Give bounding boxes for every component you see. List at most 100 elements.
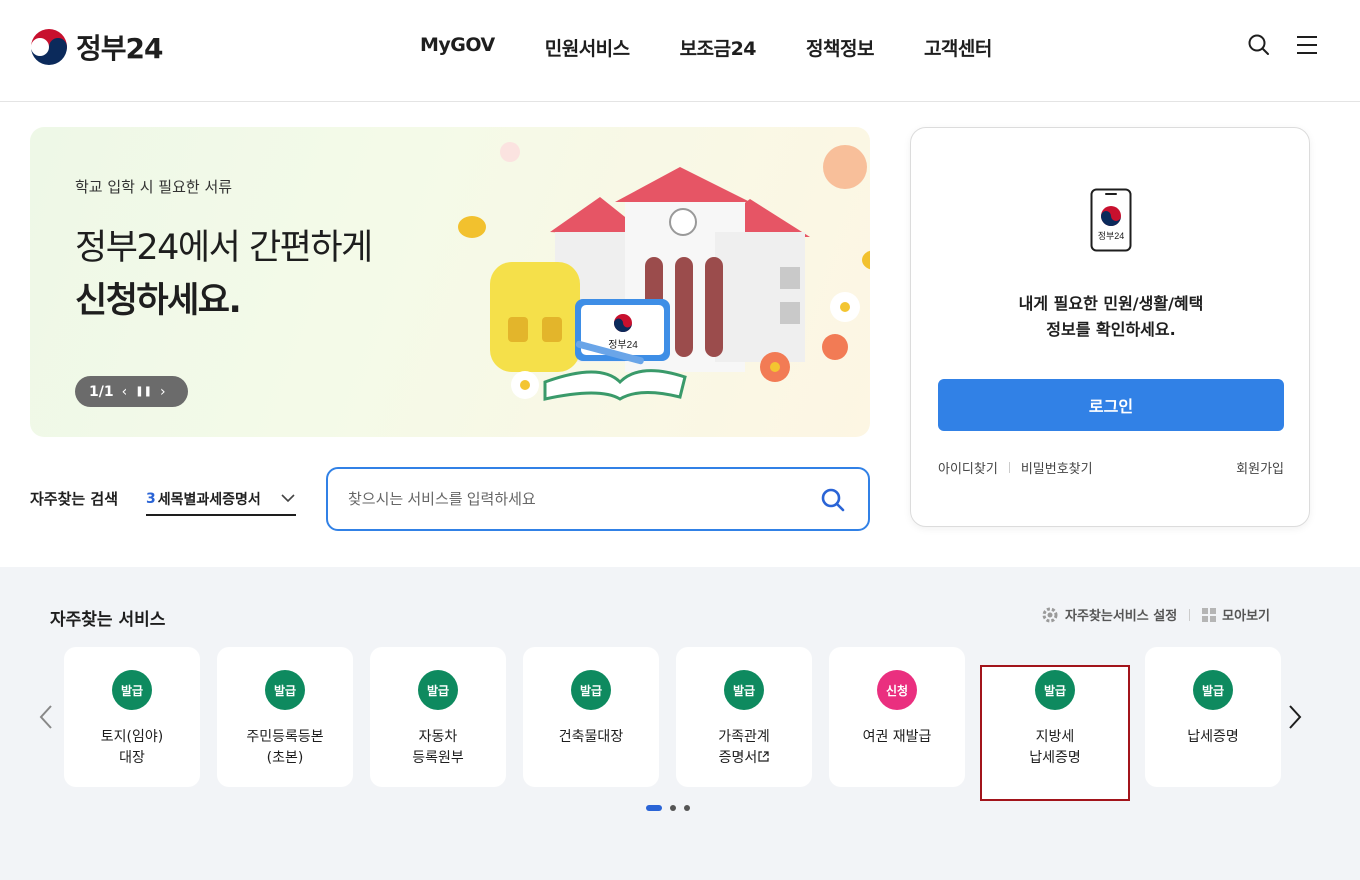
banner-next-icon[interactable]: › <box>160 384 166 400</box>
service-label: 건축물대장 <box>523 727 659 748</box>
search-input[interactable] <box>348 485 788 513</box>
services-settings-label: 자주찾는서비스 설정 <box>1064 609 1178 624</box>
login-phone-label: 정부24 <box>1098 231 1125 241</box>
page: 정부24 MyGOV 민원서비스 보조금24 정책정보 고객센터 학교 입학 시… <box>0 0 1360 880</box>
find-id-link[interactable]: 아이디찾기 <box>938 458 998 477</box>
service-card-local-tax-certificate[interactable]: 발급 지방세 납세증명 <box>980 665 1130 801</box>
banner-controls: 1/1 ‹ ❚❚ › <box>75 376 188 407</box>
frequent-services: 자주찾는 서비스 자주찾는서비스 설정 모아보기 발급 토지(임야) 대장 발급… <box>0 567 1360 880</box>
service-label: 지방세 납세증명 <box>982 727 1128 769</box>
join-link[interactable]: 회원가입 <box>1236 458 1284 477</box>
service-label-line1: 납세증명 <box>1187 729 1239 745</box>
nav-mygov[interactable]: MyGOV <box>395 34 520 61</box>
nav-policy-info[interactable]: 정책정보 <box>781 34 899 61</box>
divider <box>1008 462 1010 473</box>
service-card-land-register[interactable]: 발급 토지(임야) 대장 <box>64 647 200 787</box>
service-label-line2: 납세증명 <box>1029 750 1081 766</box>
banner-counter: 1/1 <box>89 383 114 400</box>
service-card-passport-reissue[interactable]: 신청 여권 재발급 <box>829 647 965 787</box>
header: 정부24 MyGOV 민원서비스 보조금24 정책정보 고객센터 <box>0 0 1360 102</box>
service-card-resident-registration[interactable]: 발급 주민등록등본 (초본) <box>217 647 353 787</box>
login-message-line1: 내게 필요한 민원/생활/혜택 <box>1018 294 1204 313</box>
service-label-line1: 지방세 <box>1035 729 1075 745</box>
services-settings-button[interactable]: 자주찾는서비스 설정 <box>1041 605 1177 624</box>
banner-subtitle: 학교 입학 시 필요한 서류 <box>75 178 233 196</box>
service-badge: 발급 <box>724 670 764 710</box>
service-label-line1: 건축물대장 <box>558 729 624 745</box>
nav-civil-service[interactable]: 민원서비스 <box>520 34 655 61</box>
service-label-line2: (초본) <box>266 750 304 766</box>
search-submit-icon[interactable] <box>820 487 846 513</box>
chevron-down-icon <box>281 494 295 503</box>
service-label-line2: 등록원부 <box>412 750 464 766</box>
gear-icon <box>1042 607 1058 622</box>
mobile-phone-icon: 정부24 <box>1090 188 1132 252</box>
banner-prev-icon[interactable]: ‹ <box>122 384 128 400</box>
service-label-line1: 자동차 <box>418 729 458 745</box>
login-message-line2: 정보를 확인하세요. <box>1046 320 1176 339</box>
main-nav: MyGOV 민원서비스 보조금24 정책정보 고객센터 <box>395 34 1017 61</box>
frequent-search-rank: 3 <box>146 491 156 507</box>
banner-title-line1: 정부24에서 간편하게 <box>75 228 373 268</box>
service-card-tax-payment-certificate[interactable]: 발급 납세증명 <box>1145 647 1281 787</box>
service-label-line1: 가족관계 <box>718 729 770 745</box>
service-badge: 발급 <box>112 670 152 710</box>
service-badge: 발급 <box>1193 670 1233 710</box>
services-view-all-label: 모아보기 <box>1222 609 1270 624</box>
service-label: 가족관계 증명서 <box>676 727 812 769</box>
main-banner[interactable]: 학교 입학 시 필요한 서류 정부24에서 간편하게 신청하세요. 1/1 ‹ … <box>30 127 870 437</box>
login-message: 내게 필요한 민원/생활/혜택 정보를 확인하세요. <box>911 291 1311 343</box>
login-panel: 정부24 내게 필요한 민원/생활/혜택 정보를 확인하세요. 로그인 아이디찾… <box>910 127 1310 527</box>
banner-title-line2: 신청하세요. <box>75 281 242 321</box>
login-button[interactable]: 로그인 <box>938 379 1284 431</box>
logo-link[interactable]: 정부24 <box>30 27 163 67</box>
service-label: 여권 재발급 <box>829 727 965 748</box>
search-box <box>326 467 870 531</box>
grid-icon <box>1202 607 1217 622</box>
service-label: 자동차 등록원부 <box>370 727 506 769</box>
frequent-search-value: 세목별과세증명서 <box>157 492 261 508</box>
service-badge: 발급 <box>418 670 458 710</box>
pagination-dot-2[interactable] <box>670 805 676 811</box>
logo-text: 정부24 <box>76 32 163 65</box>
service-label-line1: 여권 재발급 <box>862 729 932 745</box>
menu-icon[interactable] <box>1294 32 1320 58</box>
service-label: 납세증명 <box>1145 727 1281 748</box>
service-label-line2-wrap: 증명서 <box>676 748 812 769</box>
service-card-family-certificate[interactable]: 발급 가족관계 증명서 <box>676 647 812 787</box>
taegeuk-logo-icon <box>31 29 67 65</box>
service-label: 주민등록등본 (초본) <box>217 727 353 769</box>
find-password-link[interactable]: 비밀번호찾기 <box>1021 458 1093 477</box>
pagination-dot-3[interactable] <box>684 805 690 811</box>
service-label-line2: 증명서 <box>718 750 758 766</box>
service-label-line1: 주민등록등본 <box>246 729 324 745</box>
service-card-building-register[interactable]: 발급 건축물대장 <box>523 647 659 787</box>
service-badge: 발급 <box>265 670 305 710</box>
carousel-prev-icon[interactable] <box>35 702 57 732</box>
carousel-next-icon[interactable] <box>1284 702 1306 732</box>
banner-art-sign: 정부24 <box>608 339 638 351</box>
service-label-line1: 토지(임야) <box>100 729 164 745</box>
banner-pause-icon[interactable]: ❚❚ <box>135 386 152 397</box>
service-badge: 신청 <box>877 670 917 710</box>
school-illustration: 정부24 <box>458 142 870 401</box>
frequent-search-label: 자주찾는 검색 <box>30 490 119 508</box>
nav-customer-center[interactable]: 고객센터 <box>899 34 1017 61</box>
services-tools: 자주찾는서비스 설정 모아보기 <box>1041 605 1270 624</box>
services-view-all-button[interactable]: 모아보기 <box>1202 605 1270 624</box>
service-badge: 발급 <box>1035 670 1075 710</box>
pagination-dot-1[interactable] <box>646 805 662 811</box>
divider <box>1189 608 1191 621</box>
frequent-search-select[interactable]: 3 세목별과세증명서 <box>146 484 296 516</box>
carousel-pagination <box>646 805 690 811</box>
login-links: 아이디찾기 비밀번호찾기 회원가입 <box>938 458 1284 477</box>
nav-subsidy24[interactable]: 보조금24 <box>655 34 781 61</box>
service-card-vehicle-registration[interactable]: 발급 자동차 등록원부 <box>370 647 506 787</box>
external-link-icon <box>758 751 769 762</box>
search-icon[interactable] <box>1246 32 1272 58</box>
service-label-line2: 대장 <box>119 750 145 766</box>
header-utilities <box>1246 32 1320 58</box>
service-label: 토지(임야) 대장 <box>64 727 200 769</box>
services-list: 발급 토지(임야) 대장 발급 주민등록등본 (초본) 발급 자동차 등록원부 <box>64 647 1281 801</box>
service-badge: 발급 <box>571 670 611 710</box>
